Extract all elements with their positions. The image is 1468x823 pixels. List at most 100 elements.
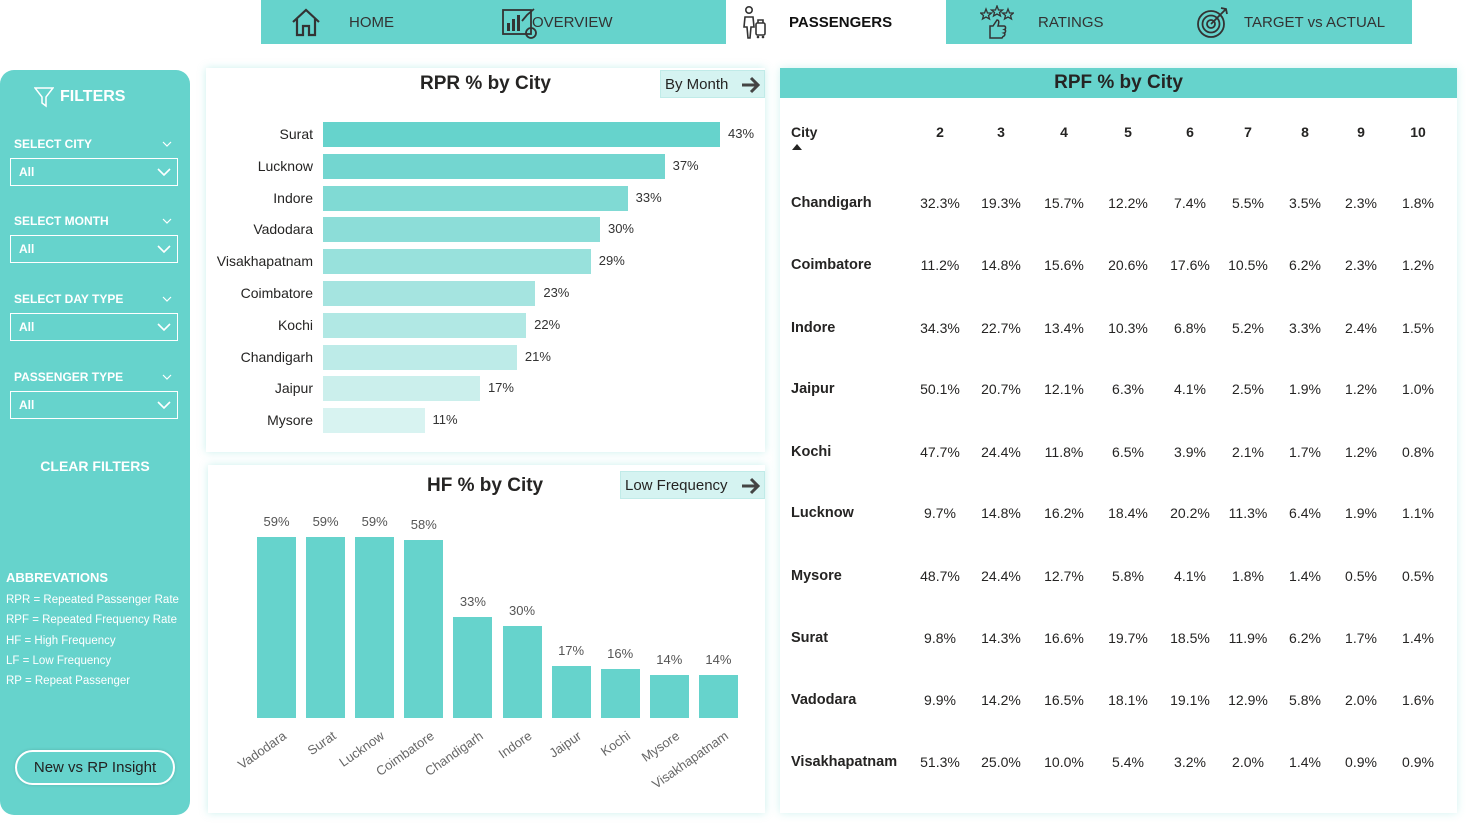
rpf-value-cell: 1.4% — [1289, 568, 1321, 584]
day-type-dropdown[interactable]: All — [10, 313, 178, 341]
hf-bar[interactable] — [404, 540, 444, 718]
rpf-value-cell: 5.8% — [1112, 568, 1144, 584]
rpf-value-cell: 6.2% — [1289, 630, 1321, 646]
hf-bar[interactable] — [502, 625, 542, 718]
rpf-column-header[interactable]: 3 — [976, 124, 1026, 140]
abbreviation-item: HF = High Frequency — [6, 634, 116, 647]
hf-bar[interactable] — [649, 675, 689, 718]
rpf-value-cell: 1.8% — [1402, 195, 1434, 211]
rpr-bar-row: Mysore 11% — [206, 408, 765, 434]
rpf-column-header[interactable]: 10 — [1393, 124, 1443, 140]
rpf-column-header[interactable]: 9 — [1336, 124, 1386, 140]
rpf-value-cell: 0.5% — [1345, 568, 1377, 584]
rpf-city-cell: Vadodara — [791, 692, 857, 708]
rpf-value-cell: 22.7% — [981, 320, 1021, 336]
city-column-header[interactable]: City — [791, 124, 817, 140]
rpr-category-label: Surat — [279, 126, 313, 142]
rpf-value-cell: 14.3% — [981, 630, 1021, 646]
tab-overview-label: OVERVIEW — [532, 14, 613, 31]
rpr-bar[interactable] — [323, 185, 628, 211]
passenger-type-dropdown[interactable]: All — [10, 391, 178, 419]
rpr-bar[interactable] — [323, 281, 536, 306]
rpf-value-cell: 12.1% — [1044, 381, 1084, 397]
rpr-category-label: Kochi — [277, 316, 313, 333]
tab-passengers[interactable]: PASSENGERS — [726, 0, 946, 44]
by-month-toggle-button[interactable]: By Month — [660, 70, 765, 98]
funnel-icon — [34, 87, 54, 108]
tab-home[interactable]: HOME — [261, 0, 487, 44]
rpr-bar[interactable] — [323, 217, 600, 243]
rpf-value-cell: 1.2% — [1402, 257, 1434, 273]
rpf-column-header[interactable]: 4 — [1039, 124, 1089, 140]
rpf-value-cell: 0.5% — [1402, 568, 1434, 584]
tab-target-vs-actual[interactable]: TARGET vs ACTUAL — [1180, 0, 1412, 44]
chevron-down-icon[interactable] — [162, 141, 172, 147]
rpr-bar[interactable] — [323, 344, 517, 370]
table-row: Coimbatore 11.2% 14.8% 15.6% 20.6% 17.6% 10.5%… — [780, 257, 1457, 277]
rpf-city-cell: Indore — [791, 320, 836, 336]
rpr-category-label: Visakhapatnam — [216, 253, 313, 270]
rpr-category-label: Vadodara — [253, 221, 313, 238]
rpf-value-cell: 32.3% — [920, 195, 960, 211]
hf-bar[interactable] — [453, 616, 493, 718]
filter-sidebar: FILTERS SELECT CITY All SELECT MONTH All… — [0, 70, 190, 815]
chevron-down-icon[interactable] — [162, 374, 172, 380]
chevron-down-icon[interactable] — [162, 218, 172, 224]
month-dropdown[interactable]: All — [10, 235, 178, 263]
filter-city: SELECT CITY All — [10, 136, 178, 186]
rpf-value-cell: 16.2% — [1044, 505, 1084, 521]
rpf-value-cell: 3.3% — [1289, 320, 1321, 336]
hf-bar[interactable] — [257, 537, 296, 718]
hf-data-label: 30% — [508, 602, 536, 618]
tab-home-label: HOME — [349, 14, 394, 31]
chevron-down-icon[interactable] — [162, 296, 172, 302]
rpf-value-cell: 4.1% — [1174, 568, 1206, 584]
rpf-value-cell: 5.5% — [1232, 195, 1264, 211]
rpr-bar[interactable] — [323, 153, 665, 179]
city-dropdown[interactable]: All — [10, 158, 178, 186]
hf-bar[interactable] — [551, 665, 591, 718]
new-vs-rp-insight-button[interactable]: New vs RP Insight — [15, 750, 175, 785]
rpf-column-header[interactable]: 2 — [915, 124, 965, 140]
tab-ratings[interactable]: RATINGS — [946, 0, 1180, 44]
rpr-bar-row: Indore 33% — [206, 185, 765, 211]
rpf-value-cell: 5.8% — [1289, 692, 1321, 708]
hf-bar[interactable] — [355, 537, 395, 718]
clear-filters-button[interactable]: CLEAR FILTERS — [0, 458, 190, 474]
rpf-value-cell: 34.3% — [920, 320, 960, 336]
rating-stars-icon — [980, 5, 1014, 39]
rpr-bar[interactable] — [323, 312, 527, 338]
hf-bar[interactable] — [600, 668, 640, 718]
hf-bar[interactable] — [698, 675, 738, 718]
rpr-bar[interactable] — [323, 376, 480, 402]
rpr-bar[interactable] — [323, 408, 425, 434]
rpf-table-card: RPF % by City City 2 3 4 5 6 7 8 9 10 Chandigarh… — [780, 68, 1457, 813]
rpr-data-label: 30% — [607, 221, 634, 237]
rpr-bar[interactable] — [323, 249, 591, 275]
hf-chart-card: HF % by City Low Frequency 59% Vadodara 59… — [208, 465, 765, 813]
tab-overview[interactable]: OVERVIEW — [487, 0, 726, 44]
rpf-city-cell: Kochi — [791, 444, 832, 460]
rpf-column-header[interactable]: 7 — [1223, 124, 1273, 140]
rpf-city-cell: Coimbatore — [791, 257, 872, 273]
rpf-value-cell: 20.7% — [981, 381, 1021, 397]
rpf-value-cell: 48.7% — [920, 568, 960, 584]
rpf-value-cell: 3.2% — [1174, 754, 1206, 770]
tab-target-label: TARGET vs ACTUAL — [1244, 14, 1386, 31]
rpr-data-label: 33% — [635, 189, 662, 205]
hf-category-label: Vadodara — [235, 728, 290, 773]
rpf-column-header[interactable]: 8 — [1280, 124, 1330, 140]
passengers-icon — [743, 5, 766, 39]
rpf-column-header[interactable]: 5 — [1103, 124, 1153, 140]
rpf-value-cell: 20.6% — [1108, 257, 1148, 273]
rpf-column-header[interactable]: 6 — [1165, 124, 1215, 140]
tab-ratings-label: RATINGS — [1038, 14, 1104, 31]
rpf-value-cell: 19.1% — [1170, 692, 1210, 708]
rpr-bar[interactable] — [323, 122, 720, 147]
filter-month: SELECT MONTH All — [10, 213, 178, 263]
rpf-value-cell: 2.3% — [1345, 257, 1377, 273]
hf-bar[interactable] — [306, 537, 346, 718]
rpf-city-cell: Jaipur — [791, 381, 835, 397]
low-frequency-toggle-button[interactable]: Low Frequency — [620, 471, 765, 499]
rpr-chart-title: RPR % by City — [420, 73, 551, 94]
